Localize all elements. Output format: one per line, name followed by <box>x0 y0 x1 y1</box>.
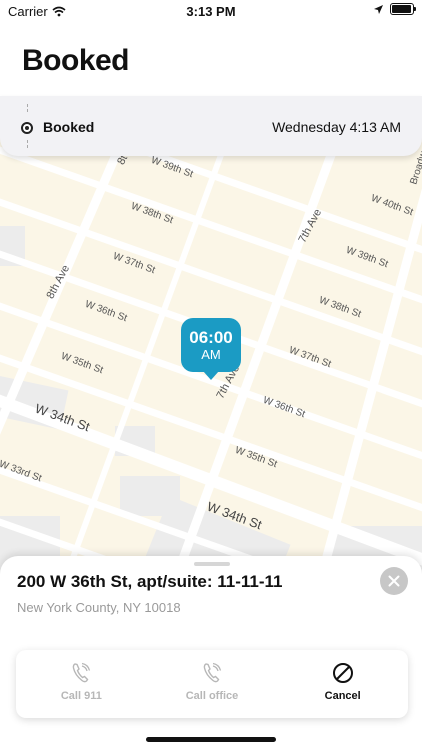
address-title: 200 W 36th St, apt/suite: 11-11-11 <box>17 572 283 591</box>
action-label: Call 911 <box>60 690 102 702</box>
pickup-time-pin[interactable]: 06:00 AM <box>181 318 241 380</box>
action-bar: Call 911 Call office Cancel <box>16 650 408 718</box>
sheet-grabber[interactable] <box>194 562 230 566</box>
pickup-dot-icon <box>21 122 33 134</box>
pin-ampm: AM <box>201 347 221 362</box>
location-arrow-icon <box>374 4 383 14</box>
status-right <box>373 3 416 15</box>
address-subtitle: New York County, NY 10018 <box>17 600 181 615</box>
home-indicator <box>146 737 276 742</box>
close-icon <box>388 575 400 587</box>
close-button[interactable] <box>380 567 408 595</box>
action-label: Call office <box>185 690 239 702</box>
pin-time: 06:00 <box>189 328 233 347</box>
page-title: Booked <box>22 44 130 77</box>
phone-icon <box>203 662 222 683</box>
call-911-button[interactable]: Call 911 <box>16 650 147 718</box>
bottom-sheet[interactable]: 200 W 36th St, apt/suite: 11-11-11 New Y… <box>0 556 422 750</box>
route-dash <box>27 104 28 112</box>
booking-status-label: Booked <box>43 119 95 135</box>
cancel-button[interactable]: Cancel <box>277 650 408 718</box>
phone-icon <box>73 662 91 683</box>
status-time: 3:13 PM <box>186 4 236 19</box>
battery-fill <box>392 5 411 13</box>
booking-datetime: Wednesday 4:13 AM <box>272 119 401 135</box>
action-label: Cancel <box>324 690 361 702</box>
status-bar: Carrier 3:13 PM <box>0 0 422 24</box>
route-dash <box>27 140 28 148</box>
header: Booked <box>0 24 422 100</box>
battery-icon <box>390 3 416 15</box>
call-office-button[interactable]: Call office <box>147 650 278 718</box>
cancel-icon <box>332 663 353 683</box>
